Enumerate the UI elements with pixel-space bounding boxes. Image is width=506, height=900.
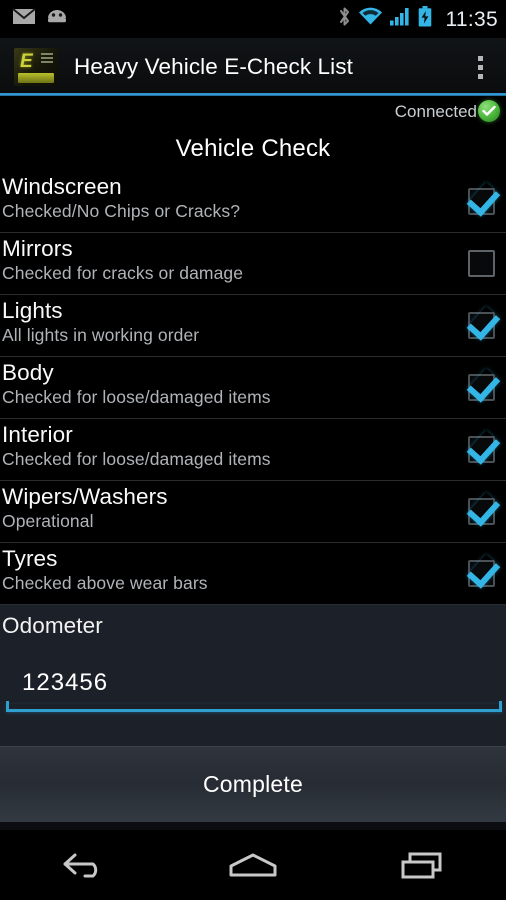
checkbox-cell[interactable]	[460, 373, 506, 401]
table-row[interactable]: Body Checked for loose/damaged items	[0, 357, 506, 419]
action-bar: E Heavy Vehicle E-Check List	[0, 38, 506, 96]
nav-back-button[interactable]	[0, 830, 169, 900]
list-item-subtitle: Checked/No Chips or Cracks?	[2, 201, 241, 222]
table-row[interactable]: Mirrors Checked for cracks or damage	[0, 233, 506, 295]
system-navigation-bar	[0, 830, 506, 900]
checkbox-body[interactable]	[467, 373, 495, 401]
connection-status-bar: Connected	[0, 96, 506, 126]
bluetooth-icon	[338, 6, 351, 32]
table-row[interactable]: Tyres Checked above wear bars	[0, 543, 506, 605]
list-item-subtitle: Checked for loose/damaged items	[2, 449, 271, 470]
status-bar: 11:35	[0, 0, 506, 38]
checkbox-interior[interactable]	[467, 435, 495, 463]
list-item-text: Mirrors Checked for cracks or damage	[2, 236, 460, 284]
checkbox-cell[interactable]	[460, 249, 506, 277]
odometer-section: Odometer	[0, 605, 506, 712]
list-item-text: Wipers/Washers Operational	[2, 484, 460, 532]
list-item-subtitle: Checked for loose/damaged items	[2, 387, 271, 408]
android-bot-icon	[45, 9, 69, 30]
heavy-vehicle-logo-icon: E	[14, 48, 58, 86]
list-item-subtitle: Checked for cracks or damage	[2, 263, 244, 284]
list-item-title: Tyres	[2, 546, 58, 571]
list-item-text: Body Checked for loose/damaged items	[2, 360, 460, 408]
list-item-subtitle: Operational	[2, 511, 94, 532]
table-row[interactable]: Wipers/Washers Operational	[0, 481, 506, 543]
recent-apps-icon	[396, 849, 448, 881]
checkbox-cell[interactable]	[460, 559, 506, 587]
list-item-text: Interior Checked for loose/damaged items	[2, 422, 460, 470]
list-item-subtitle: Checked above wear bars	[2, 573, 208, 594]
checkbox-windscreen[interactable]	[467, 187, 495, 215]
table-row[interactable]: Lights All lights in working order	[0, 295, 506, 357]
cellular-signal-icon	[389, 7, 411, 31]
odometer-spacer	[0, 712, 506, 746]
odometer-field-wrapper[interactable]	[2, 639, 506, 712]
list-item-text: Tyres Checked above wear bars	[2, 546, 460, 594]
green-check-badge-icon	[478, 100, 500, 122]
nav-recents-button[interactable]	[337, 830, 506, 900]
list-item-title: Body	[2, 360, 54, 385]
page-title: Heavy Vehicle E-Check List	[74, 54, 353, 79]
complete-button[interactable]: Complete	[0, 746, 506, 822]
wifi-icon	[358, 7, 383, 31]
odometer-input-underline	[6, 701, 502, 712]
odometer-label: Odometer	[2, 613, 103, 638]
checkbox-wipers-washers[interactable]	[467, 497, 495, 525]
status-bar-clock: 11:35	[445, 7, 498, 31]
status-bar-system-icons: 11:35	[338, 6, 499, 32]
list-item-title: Windscreen	[2, 174, 122, 199]
checkbox-cell[interactable]	[460, 311, 506, 339]
connection-status-label: Connected	[394, 101, 477, 121]
checkbox-mirrors[interactable]	[467, 249, 495, 277]
back-arrow-icon	[59, 849, 109, 881]
list-item-text: Lights All lights in working order	[2, 298, 460, 346]
list-item-text: Windscreen Checked/No Chips or Cracks?	[2, 174, 460, 222]
table-row[interactable]: Interior Checked for loose/damaged items	[0, 419, 506, 481]
list-item-title: Mirrors	[2, 236, 73, 261]
checkbox-cell[interactable]	[460, 435, 506, 463]
list-item-title: Wipers/Washers	[2, 484, 168, 509]
checkbox-cell[interactable]	[460, 497, 506, 525]
list-item-subtitle: All lights in working order	[2, 325, 200, 346]
checkbox-cell[interactable]	[460, 187, 506, 215]
app-icon-glyph: E	[20, 51, 33, 72]
list-item-title: Interior	[2, 422, 73, 447]
checkbox-tyres[interactable]	[467, 559, 495, 587]
checkbox-lights[interactable]	[467, 311, 495, 339]
nav-home-button[interactable]	[169, 830, 338, 900]
table-row[interactable]: Windscreen Checked/No Chips or Cracks?	[0, 171, 506, 233]
list-item-title: Lights	[2, 298, 63, 323]
android-screen: 11:35 E Heavy Vehicle E-Check List Conne…	[0, 0, 506, 900]
action-bar-accent-divider	[0, 93, 506, 96]
odometer-input[interactable]	[6, 669, 502, 704]
overflow-menu-icon[interactable]	[458, 38, 502, 96]
battery-charging-icon	[418, 6, 432, 32]
email-icon	[12, 8, 36, 30]
section-heading: Vehicle Check	[0, 126, 506, 171]
home-icon	[225, 849, 281, 881]
status-bar-notifications	[12, 8, 69, 30]
vehicle-check-list: Windscreen Checked/No Chips or Cracks? M…	[0, 171, 506, 605]
